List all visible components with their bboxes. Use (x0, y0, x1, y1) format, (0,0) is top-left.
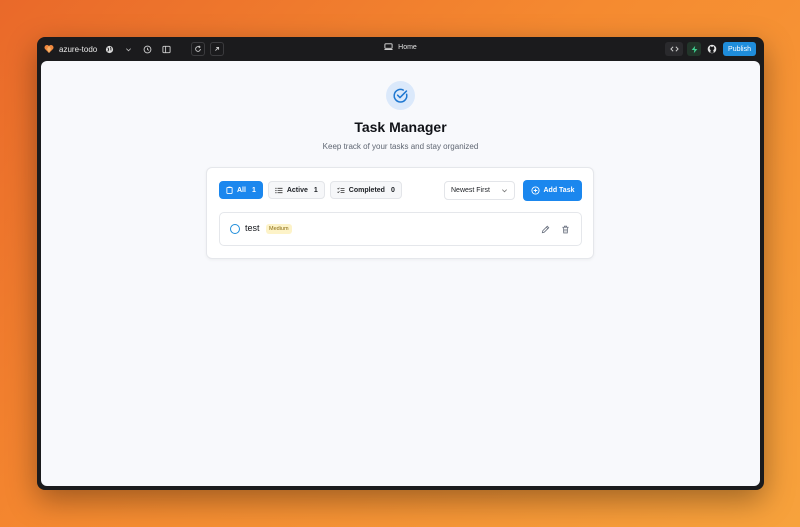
task-panel: All 1 Active 1 Completed 0 Newest First (206, 167, 594, 259)
task-item: test Medium (219, 212, 582, 246)
preview-canvas: Task Manager Keep track of your tasks an… (41, 61, 760, 486)
refresh-button[interactable] (191, 42, 206, 56)
bolt-icon (691, 45, 697, 53)
filter-all-count: 1 (251, 186, 256, 194)
page-subtitle: Keep track of your tasks and stay organi… (322, 142, 479, 151)
publish-button[interactable]: Publish (723, 42, 756, 56)
add-task-button[interactable]: Add Task (523, 180, 582, 201)
add-task-label: Add Task (543, 187, 575, 194)
filter-completed-count: 0 (390, 186, 395, 194)
app-window: azure-todo Home Publish Task Manager Kee… (37, 37, 764, 490)
clipboard-icon (226, 186, 233, 194)
filter-completed-label: Completed (348, 186, 385, 194)
code-icon (669, 46, 679, 52)
route-title[interactable]: Home (398, 44, 417, 51)
top-bar-right: Publish (665, 41, 756, 57)
app-logo-icon[interactable] (44, 44, 54, 54)
project-name[interactable]: azure-todo (59, 45, 97, 54)
delete-task-button[interactable] (559, 223, 571, 235)
history-icon[interactable] (140, 42, 154, 56)
priority-badge: Medium (266, 224, 292, 234)
arrow-up-right-icon (215, 46, 220, 51)
trash-icon (561, 225, 569, 233)
monitor-icon (384, 42, 393, 53)
chevron-down-icon[interactable] (121, 42, 135, 56)
filter-active-label: Active (286, 186, 308, 194)
top-bar-left: azure-todo (44, 41, 225, 57)
globe-icon[interactable] (102, 42, 116, 56)
edit-task-button[interactable] (539, 223, 551, 235)
sort-select[interactable]: Newest First (444, 181, 515, 200)
filter-completed-button[interactable]: Completed 0 (329, 181, 402, 199)
check-circle-icon (393, 88, 408, 103)
refresh-icon (195, 45, 202, 52)
sidebar-toggle-icon[interactable] (159, 42, 173, 56)
page-title: Task Manager (354, 119, 447, 135)
hero-badge (386, 81, 415, 110)
sort-select-value: Newest First (451, 187, 490, 194)
code-view-button[interactable] (665, 42, 684, 56)
filter-active-count: 1 (313, 186, 318, 194)
pencil-icon (541, 225, 549, 233)
open-external-button[interactable] (210, 42, 225, 56)
filter-active-button[interactable]: Active 1 (267, 181, 325, 199)
task-complete-checkbox[interactable] (230, 224, 240, 234)
supabase-button[interactable] (687, 42, 702, 56)
filter-all-button[interactable]: All 1 (219, 181, 263, 199)
list-checks-icon (337, 187, 345, 193)
top-bar: azure-todo Home Publish (37, 37, 764, 61)
plus-circle-icon (530, 186, 540, 195)
list-icon (275, 187, 283, 193)
chevron-down-icon (502, 189, 507, 193)
task-title[interactable]: test (245, 223, 260, 233)
filter-tabs: All 1 Active 1 Completed 0 (219, 181, 402, 199)
filter-all-label: All (237, 186, 246, 194)
github-icon[interactable] (705, 42, 719, 56)
